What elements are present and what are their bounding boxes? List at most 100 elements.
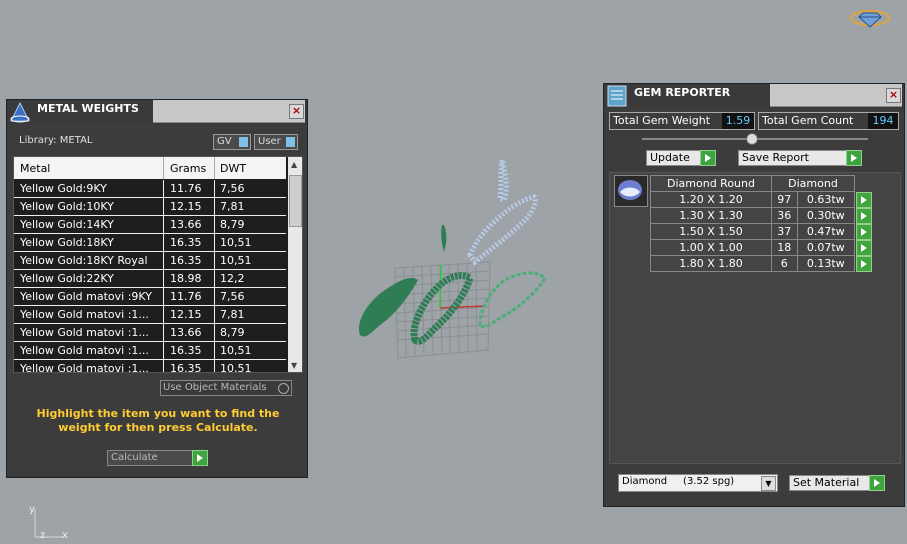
gem-size-cell: 1.20 X 1.20 [650, 191, 772, 208]
metal-weights-icon [10, 101, 30, 123]
save-report-go-icon[interactable] [846, 150, 862, 166]
metal-cell: Yellow Gold:18KY Royal [20, 254, 148, 267]
scroll-thumb[interactable] [289, 175, 302, 227]
grams-cell: 12.15 [170, 308, 202, 321]
table-row[interactable]: Yellow Gold matovi :1... 12.15 7,81 [14, 306, 286, 324]
total-count-label: Total Gem Count [762, 114, 854, 127]
set-material-button[interactable]: Set Material [789, 475, 870, 491]
metal-weights-close-button[interactable]: × [289, 104, 304, 119]
gem-reporter-title: GEM REPORTER [634, 86, 731, 99]
table-row[interactable]: Yellow Gold:14KY 13.66 8,79 [14, 216, 286, 234]
gem-reporter-icon [607, 85, 627, 107]
gem-weight-cell: 0.47tw [796, 223, 855, 240]
gem-size-cell: 1.00 X 1.00 [650, 239, 772, 256]
gem-row-go-icon[interactable] [856, 223, 872, 240]
metal-list[interactable]: Metal Grams DWT Yellow Gold:9KY 11.76 7,56… [13, 156, 303, 373]
table-row[interactable]: Yellow Gold:9KY 11.76 7,56 [14, 180, 286, 198]
calculate-button[interactable]: Calculate [107, 450, 194, 466]
metal-weights-titlebar[interactable]: METAL WEIGHTS × [7, 100, 307, 124]
gem-size-cell: 1.30 X 1.30 [650, 207, 772, 224]
gem-row[interactable]: 1.00 X 1.00 18 0.07tw [650, 239, 872, 256]
dwt-cell: 8,79 [220, 218, 245, 231]
gem-count-cell: 37 [771, 223, 798, 240]
calculate-go-icon[interactable] [192, 450, 208, 466]
dwt-cell: 7,81 [220, 308, 245, 321]
grams-cell: 11.76 [170, 290, 202, 303]
slider-handle[interactable] [746, 133, 758, 145]
update-go-icon[interactable] [700, 150, 716, 166]
dwt-cell: 7,56 [220, 182, 245, 195]
green-leaf-left [359, 278, 418, 337]
table-row[interactable]: Yellow Gold matovi :1... 16.35 10,51 [14, 360, 286, 373]
table-row[interactable]: Yellow Gold matovi :1... 16.35 10,51 [14, 342, 286, 360]
chevron-down-icon[interactable]: ▼ [761, 476, 776, 491]
table-row[interactable]: Yellow Gold:10KY 12.15 7,81 [14, 198, 286, 216]
green-leaf-small [441, 225, 447, 252]
gem-reporter-titlebar[interactable]: GEM REPORTER × [604, 84, 904, 108]
gv-toggle[interactable]: GV [213, 134, 251, 150]
col-dwt[interactable]: DWT [220, 162, 246, 175]
metal-cell: Yellow Gold:9KY [20, 182, 107, 195]
table-row[interactable]: Yellow Gold matovi :9KY 11.76 7,56 [14, 288, 286, 306]
material-select[interactable]: Diamond (3.52 spg) ▼ [618, 474, 778, 492]
axis-y-label: y [29, 504, 35, 515]
gem-count-cell: 6 [771, 255, 798, 272]
dwt-cell: 10,51 [220, 254, 252, 267]
total-weight-label: Total Gem Weight [613, 114, 711, 127]
update-button[interactable]: Update [646, 150, 703, 166]
grams-cell: 13.66 [170, 326, 202, 339]
dwt-cell: 7,81 [220, 200, 245, 213]
table-row[interactable]: Yellow Gold:22KY 18.98 12,2 [14, 270, 286, 288]
gem-reporter-close-button[interactable]: × [886, 88, 901, 103]
gem-row-go-icon[interactable] [856, 239, 872, 256]
model-viewport[interactable] [340, 150, 560, 370]
table-row[interactable]: Yellow Gold:18KY Royal 16.35 10,51 [14, 252, 286, 270]
gem-row-go-icon[interactable] [856, 191, 872, 208]
gem-row[interactable]: 1.30 X 1.30 36 0.30tw [650, 207, 872, 224]
table-row[interactable]: Yellow Gold matovi :1... 13.66 8,79 [14, 324, 286, 342]
gem-row-go-icon[interactable] [856, 207, 872, 224]
metal-weights-title: METAL WEIGHTS [37, 102, 139, 115]
metal-weights-panel: METAL WEIGHTS × Library: METAL GV User M… [6, 99, 308, 478]
gem-row[interactable]: 1.50 X 1.50 37 0.47tw [650, 223, 872, 240]
table-row[interactable]: Yellow Gold:18KY 16.35 10,51 [14, 234, 286, 252]
user-toggle[interactable]: User [254, 134, 298, 150]
gem-weight-cell: 0.13tw [796, 255, 855, 272]
total-weight-box: Total Gem Weight 1.59 [609, 112, 755, 130]
grid-plane [394, 261, 491, 359]
col-grams[interactable]: Grams [170, 162, 206, 175]
metal-cell: Yellow Gold matovi :1... [20, 344, 149, 357]
metal-cell: Yellow Gold:10KY [20, 200, 114, 213]
grams-cell: 16.35 [170, 254, 202, 267]
metal-cell: Yellow Gold matovi :1... [20, 362, 149, 373]
size-slider[interactable] [642, 133, 868, 145]
dwt-cell: 8,79 [220, 326, 245, 339]
col-diamond: Diamond [771, 175, 855, 192]
dwt-cell: 10,51 [220, 362, 252, 373]
gem-count-cell: 97 [771, 191, 798, 208]
use-object-materials-checkbox[interactable]: Use Object Materials [160, 380, 292, 396]
set-material-go-icon[interactable] [869, 475, 885, 491]
gem-size-cell: 1.50 X 1.50 [650, 223, 772, 240]
gem-thumbnail [614, 175, 648, 207]
gem-count-cell: 36 [771, 207, 798, 224]
save-report-button[interactable]: Save Report [738, 150, 847, 166]
grams-cell: 16.35 [170, 362, 202, 373]
axis-x-label: x [62, 530, 68, 541]
gem-row[interactable]: 1.80 X 1.80 6 0.13tw [650, 255, 872, 272]
round-diamond-icon [618, 180, 642, 200]
gem-list-area[interactable]: Diamond Round Diamond 1.20 X 1.20 97 0.63t… [609, 172, 901, 464]
gem-logo-icon [850, 10, 890, 28]
dwt-cell: 7,56 [220, 290, 245, 303]
metal-cell: Yellow Gold matovi :9KY [20, 290, 152, 303]
gem-table: Diamond Round Diamond 1.20 X 1.20 97 0.63t… [650, 175, 872, 272]
axis-z-label: z [40, 530, 46, 541]
metal-cell: Yellow Gold:22KY [20, 272, 114, 285]
col-metal[interactable]: Metal [20, 162, 50, 175]
grams-cell: 12.15 [170, 200, 202, 213]
metal-list-scrollbar[interactable]: ▲ ▼ [288, 157, 302, 372]
library-label: Library: METAL [19, 135, 93, 146]
gem-row-go-icon[interactable] [856, 255, 872, 272]
dwt-cell: 12,2 [220, 272, 245, 285]
gem-row[interactable]: 1.20 X 1.20 97 0.63tw [650, 191, 872, 208]
